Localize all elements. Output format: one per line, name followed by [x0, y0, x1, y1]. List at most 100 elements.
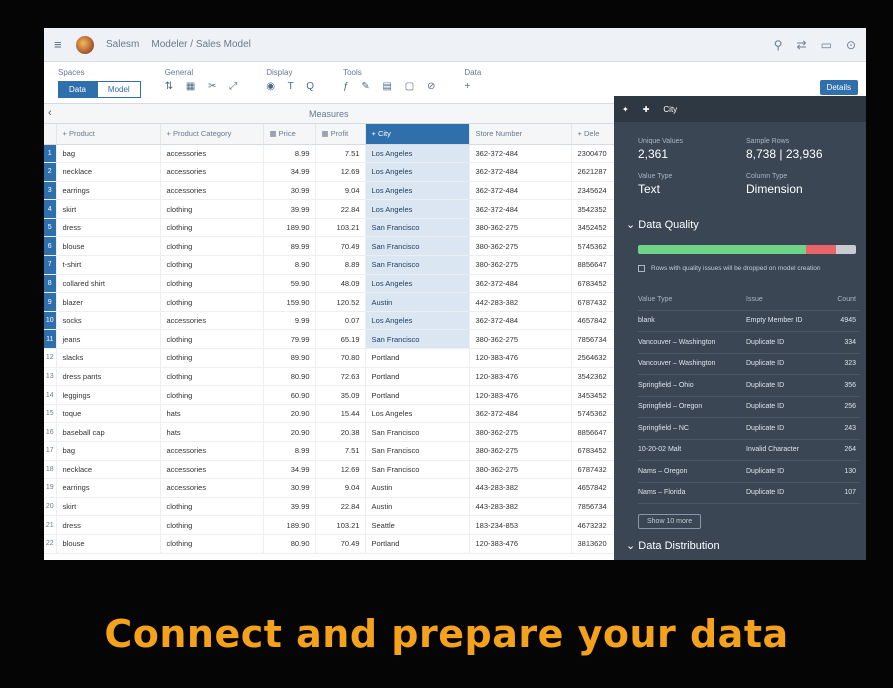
table-cell[interactable]: Los Angeles — [365, 181, 470, 201]
table-cell[interactable]: 189.90 — [263, 515, 316, 535]
table-cell[interactable]: 380-362-275 — [469, 218, 572, 238]
table-cell[interactable]: accessories — [160, 162, 264, 182]
table-cell[interactable]: 89.99 — [263, 236, 316, 257]
column-header[interactable]: + Product Category — [160, 124, 264, 145]
column-header[interactable]: + Dele — [571, 124, 615, 145]
table-cell[interactable]: 20.90 — [263, 422, 316, 442]
chat-icon[interactable]: ▭ — [821, 38, 832, 52]
table-cell[interactable]: 7.51 — [315, 441, 366, 461]
table-cell[interactable]: slacks — [56, 348, 161, 368]
table-cell[interactable]: 380-362-275 — [469, 329, 572, 350]
table-cell[interactable]: 2345624 — [571, 181, 615, 201]
table-row[interactable]: 14 leggings clothing 60.90 35.09 Portland 120-… — [44, 385, 615, 405]
table-row[interactable]: 1 bag accessories 8.99 7.51 Los Angeles 362-37… — [44, 144, 615, 164]
table-cell[interactable]: 89.90 — [263, 348, 316, 368]
table-cell[interactable]: 4673232 — [571, 515, 615, 535]
table-cell[interactable]: 120-383-476 — [469, 348, 572, 368]
table-cell[interactable]: 9.99 — [263, 311, 316, 331]
table-cell[interactable]: 12.69 — [315, 460, 366, 480]
column-header[interactable]: Store Number — [469, 124, 572, 145]
table-cell[interactable]: clothing — [160, 218, 264, 238]
table-cell[interactable]: bag — [56, 441, 161, 461]
hamburger-icon[interactable]: ≡ — [54, 37, 68, 52]
issue-row[interactable]: Nams – Florida Duplicate ID 107 — [638, 483, 860, 504]
table-cell[interactable]: 22.84 — [315, 199, 366, 219]
table-cell[interactable]: 103.21 — [315, 218, 366, 238]
general-tools-icon[interactable]: ⇅ ▦ ✂ ⤢ — [165, 81, 243, 92]
table-cell[interactable]: clothing — [160, 515, 264, 535]
table-cell[interactable]: 70.80 — [315, 348, 366, 368]
table-row[interactable]: 20 skirt clothing 39.99 22.84 Austin 443-283-3… — [44, 497, 615, 517]
table-cell[interactable]: Seattle — [365, 515, 470, 535]
table-cell[interactable]: Portland — [365, 367, 470, 387]
table-cell[interactable]: Austin — [365, 497, 470, 517]
table-cell[interactable]: Austin — [365, 292, 470, 312]
table-cell[interactable]: 2621287 — [571, 162, 615, 182]
table-cell[interactable]: 443-283-382 — [469, 497, 572, 517]
issue-row[interactable]: Springfield – NC Duplicate ID 243 — [638, 418, 860, 440]
table-cell[interactable]: accessories — [160, 478, 264, 498]
table-cell[interactable]: 8.90 — [263, 255, 316, 275]
table-cell[interactable]: 8.99 — [263, 441, 316, 461]
table-cell[interactable]: 80.90 — [263, 367, 316, 387]
table-cell[interactable]: 103.21 — [315, 515, 366, 535]
table-cell[interactable]: 362-372-484 — [469, 181, 572, 201]
table-cell[interactable]: Los Angeles — [365, 144, 470, 164]
table-cell[interactable]: San Francisco — [365, 218, 470, 238]
table-cell[interactable]: 30.99 — [263, 181, 316, 201]
table-cell[interactable]: 8.99 — [263, 144, 316, 164]
table-cell[interactable]: 70.49 — [315, 534, 366, 554]
table-cell[interactable]: 70.49 — [315, 236, 366, 257]
table-cell[interactable]: 34.99 — [263, 460, 316, 480]
table-cell[interactable]: 2300470 — [571, 144, 615, 164]
table-cell[interactable]: Los Angeles — [365, 404, 470, 424]
issue-row[interactable]: 10-20-02 Malt Invalid Character 264 — [638, 440, 860, 461]
avatar[interactable] — [76, 35, 94, 54]
note-checkbox[interactable] — [638, 265, 645, 272]
table-cell[interactable]: t-shirt — [56, 255, 161, 275]
table-row[interactable]: 18 necklace accessories 34.99 12.69 San Franc… — [44, 460, 615, 480]
table-row[interactable]: 15 toque hats 20.90 15.44 Los Angeles 362-372-… — [44, 404, 615, 424]
details-button[interactable]: Details — [819, 80, 858, 95]
show-more-button[interactable]: Show 10 more — [638, 514, 702, 529]
issue-row[interactable]: Vancouver – Washington Duplicate ID 323 — [638, 354, 860, 375]
table-row[interactable]: 11 jeans clothing 79.99 65.19 San Francisco 38… — [44, 329, 615, 350]
table-cell[interactable]: socks — [56, 311, 161, 331]
table-cell[interactable]: accessories — [160, 181, 264, 201]
data-space-button[interactable]: Data — [58, 81, 97, 98]
table-cell[interactable]: 6787432 — [571, 292, 615, 312]
table-cell[interactable]: clothing — [160, 497, 264, 517]
table-cell[interactable]: 120.52 — [315, 292, 366, 312]
table-cell[interactable]: Los Angeles — [365, 162, 470, 182]
table-row[interactable]: 13 dress pants clothing 80.90 72.63 Portland 1… — [44, 367, 615, 387]
table-cell[interactable]: toque — [56, 404, 161, 424]
table-cell[interactable]: clothing — [160, 255, 264, 275]
table-row[interactable]: 6 blouse clothing 89.99 70.49 San Francisco 38… — [44, 236, 615, 257]
table-cell[interactable]: hats — [160, 404, 264, 424]
table-cell[interactable]: 3542352 — [571, 199, 615, 219]
table-cell[interactable]: necklace — [56, 162, 161, 182]
table-cell[interactable]: earrings — [56, 181, 161, 201]
data-distribution-section-toggle[interactable]: ⌄ Data Distribution — [614, 539, 720, 552]
issue-row[interactable]: Springfield – Oregon Duplicate ID 256 — [638, 397, 860, 418]
table-cell[interactable]: bag — [56, 144, 161, 164]
table-cell[interactable]: Los Angeles — [365, 199, 470, 219]
table-cell[interactable]: 362-372-484 — [469, 162, 572, 182]
table-cell[interactable]: Portland — [365, 348, 470, 368]
table-row[interactable]: 4 skirt clothing 39.99 22.84 Los Angeles 362-3… — [44, 199, 615, 219]
table-cell[interactable]: clothing — [160, 385, 264, 405]
table-cell[interactable]: 120-383-476 — [469, 534, 572, 554]
column-header[interactable]: ▦ Profit — [315, 124, 366, 145]
table-cell[interactable]: 80.90 — [263, 534, 316, 554]
help-icon[interactable]: ⊙ — [846, 38, 856, 52]
table-cell[interactable]: 7.51 — [315, 144, 366, 164]
table-cell[interactable]: blazer — [56, 292, 161, 312]
table-cell[interactable]: 362-372-484 — [469, 199, 572, 219]
table-cell[interactable]: 120-383-476 — [469, 385, 572, 405]
table-row[interactable]: 17 bag accessories 8.99 7.51 San Francisco 380… — [44, 441, 615, 461]
column-header[interactable]: + Product — [56, 124, 161, 145]
share-icon[interactable]: ⇄ — [797, 38, 807, 52]
table-cell[interactable]: necklace — [56, 460, 161, 480]
table-cell[interactable]: 8856647 — [571, 255, 615, 275]
table-row[interactable]: 12 slacks clothing 89.90 70.80 Portland 120-38… — [44, 348, 615, 368]
